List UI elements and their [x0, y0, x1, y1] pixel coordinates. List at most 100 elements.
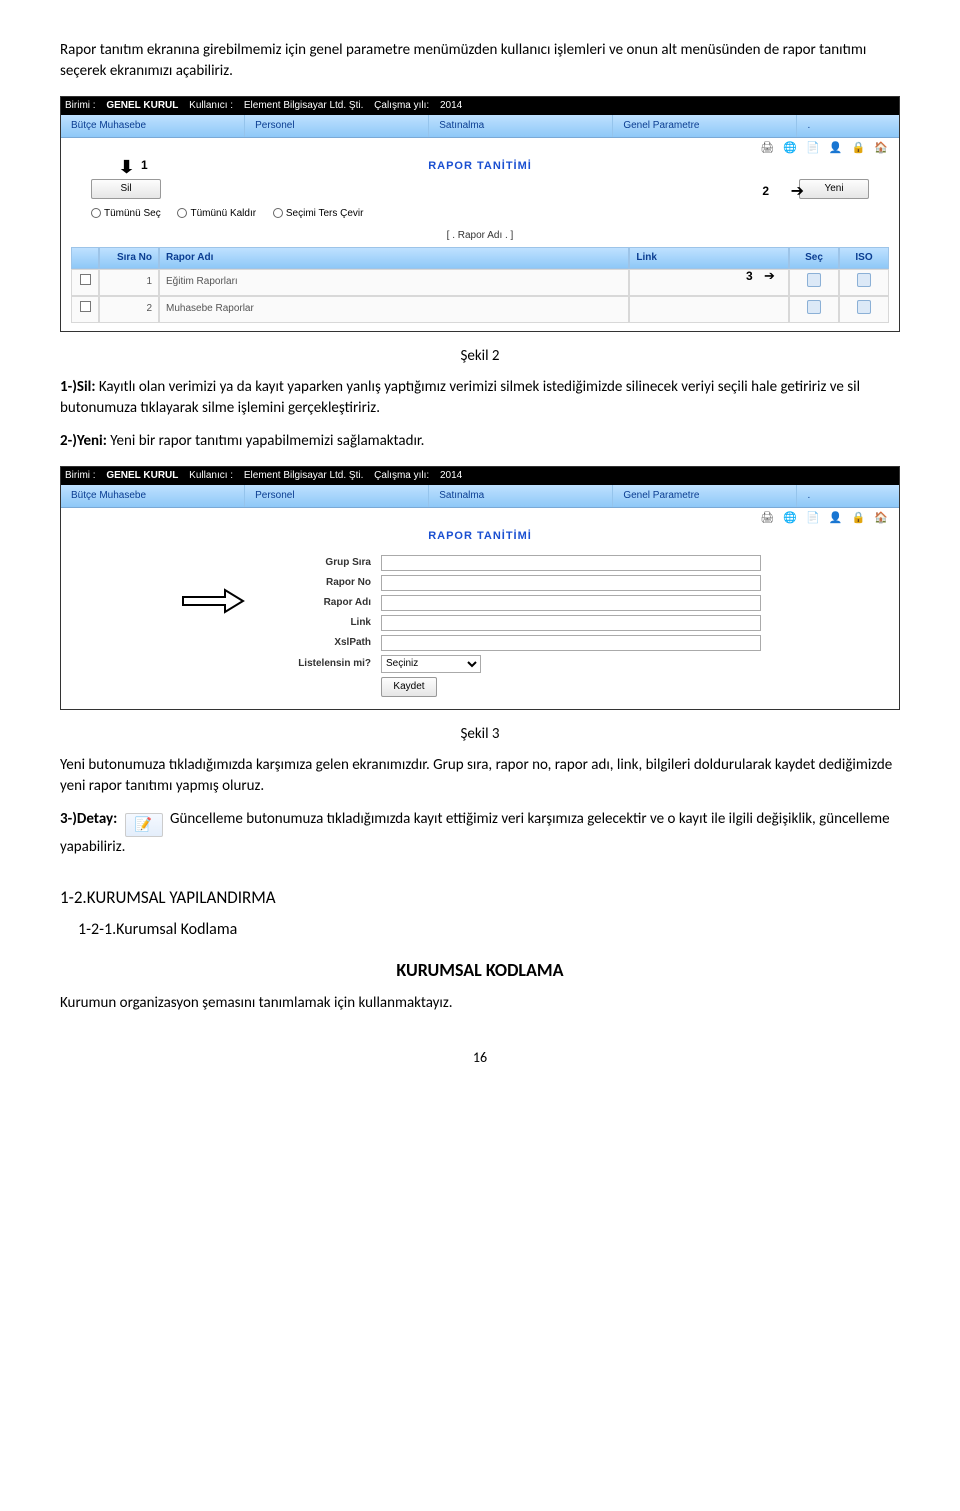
- sil-button[interactable]: Sil: [91, 179, 161, 199]
- fig3-paragraph: Yeni butonumuza tıkladığımızda karşımıza…: [60, 755, 900, 797]
- cell-link: [629, 296, 789, 323]
- toolbar-icon[interactable]: 🔒: [852, 512, 869, 524]
- menu-more[interactable]: .: [797, 115, 899, 137]
- detay-label: 3-)Detay:: [60, 810, 117, 828]
- toolbar-icon[interactable]: 🌐: [783, 512, 800, 524]
- arrow-down-icon: ⬇: [117, 155, 137, 180]
- radio-tumunu-sec[interactable]: Tümünü Seç: [91, 208, 161, 219]
- marker-2: 2: [762, 183, 769, 200]
- heading-1-2: 1-2.KURUMSAL YAPILANDIRMA: [60, 886, 900, 910]
- cell-rapor-adi: Muhasebe Raporlar: [159, 296, 629, 323]
- yil-label: Çalışma yılı:: [374, 100, 429, 111]
- figure-2-caption: Şekil 2: [60, 346, 900, 367]
- label-xslpath: XslPath: [61, 636, 381, 650]
- iso-icon[interactable]: [857, 300, 871, 314]
- arrow-right-icon: [181, 587, 245, 620]
- row-checkbox[interactable]: [80, 301, 91, 312]
- input-grup-sira[interactable]: [381, 555, 761, 571]
- toolbar-icon[interactable]: 🔒: [852, 142, 869, 154]
- yil-label: Çalışma yılı:: [374, 470, 429, 481]
- radio-label: Tümünü Kaldır: [190, 208, 256, 219]
- birimi-label: Birimi :: [65, 100, 96, 111]
- toolbar-icon[interactable]: 📄: [806, 512, 823, 524]
- yeni-text: Yeni bir rapor tanıtımı yapabilmemizi sa…: [107, 432, 425, 450]
- table-header-row: Sıra No Rapor Adı Link Seç ISO: [71, 247, 889, 269]
- yeni-paragraph: 2-)Yeni: Yeni bir rapor tanıtımı yapabil…: [60, 431, 900, 452]
- input-rapor-no[interactable]: [381, 575, 761, 591]
- yil-value: 2014: [440, 470, 462, 481]
- heading-1-2-1: 1-2-1.Kurumsal Kodlama: [60, 919, 900, 941]
- kullanici-label: Kullanıcı :: [189, 100, 233, 111]
- col-iso: ISO: [839, 247, 889, 269]
- col-sira-no: Sıra No: [99, 247, 159, 269]
- cell-sira: 1: [99, 269, 159, 296]
- radio-tumunu-kaldir[interactable]: Tümünü Kaldır: [177, 208, 256, 219]
- intro-paragraph: Rapor tanıtım ekranına girebilmemiz için…: [60, 40, 900, 82]
- toolbar-icon[interactable]: 🏠: [874, 512, 891, 524]
- radio-label: Seçimi Ters Çevir: [286, 208, 364, 219]
- detay-text: Güncelleme butonumuza tıkladığımızda kay…: [60, 810, 890, 856]
- col-sec: Seç: [789, 247, 839, 269]
- yeni-button[interactable]: Yeni: [799, 179, 869, 199]
- toolbar-icon[interactable]: 👤: [829, 142, 846, 154]
- sil-paragraph: 1-)Sil: Kayıtlı olan verimizi ya da kayı…: [60, 377, 900, 419]
- menu-genel-parametre[interactable]: Genel Parametre: [613, 485, 797, 507]
- table-row: 1 Eğitim Raporları 3 ➔: [71, 269, 889, 296]
- toolbar-icon[interactable]: 🏠: [874, 142, 891, 154]
- status-bar: Birimi : GENEL KURUL Kullanıcı : Element…: [61, 97, 899, 115]
- menu-genel-parametre[interactable]: Genel Parametre: [613, 115, 797, 137]
- arrow-right-icon: ➔: [791, 181, 804, 203]
- kaydet-button[interactable]: Kaydet: [381, 677, 437, 697]
- sil-label: 1-)Sil:: [60, 378, 95, 396]
- page-title: RAPOR TANİTİMİ: [61, 159, 899, 178]
- menubar: Bütçe Muhasebe Personel Satınalma Genel …: [61, 485, 899, 508]
- page-title: RAPOR TANİTİMİ: [61, 529, 899, 548]
- detail-icon[interactable]: [807, 273, 821, 287]
- row-checkbox[interactable]: [80, 274, 91, 285]
- menu-satinalma[interactable]: Satınalma: [429, 115, 613, 137]
- toolbar-icon[interactable]: 🖨: [760, 512, 777, 524]
- col-check: [71, 247, 99, 269]
- toolbar-icon[interactable]: 📄: [806, 142, 823, 154]
- birimi-value: GENEL KURUL: [106, 470, 178, 481]
- sil-text: Kayıtlı olan verimizi ya da kayıt yapark…: [60, 378, 860, 417]
- kullanici-value: Element Bilgisayar Ltd. Şti.: [244, 470, 364, 481]
- heading-kurumsal-kodlama: KURUMSAL KODLAMA: [60, 958, 900, 983]
- report-table: Sıra No Rapor Adı Link Seç ISO 1 Eğitim …: [71, 247, 889, 323]
- toolbar-icon[interactable]: 🌐: [783, 142, 800, 154]
- menu-personel[interactable]: Personel: [245, 115, 429, 137]
- menu-butce[interactable]: Bütçe Muhasebe: [61, 485, 245, 507]
- list-header: [ . Rapor Adı . ]: [61, 227, 899, 247]
- screenshot-sekil-2: Birimi : GENEL KURUL Kullanıcı : Element…: [60, 96, 900, 332]
- yil-value: 2014: [440, 100, 462, 111]
- page-number: 16: [60, 1048, 900, 1068]
- cell-sira: 2: [99, 296, 159, 323]
- arrow-right-icon: ➔: [764, 267, 775, 285]
- kullanici-value: Element Bilgisayar Ltd. Şti.: [244, 100, 364, 111]
- detay-paragraph: 3-)Detay: 📝 Güncelleme butonumuza tıklad…: [60, 809, 900, 858]
- iso-icon[interactable]: [857, 273, 871, 287]
- menu-more[interactable]: .: [797, 485, 899, 507]
- selection-radios: Tümünü Seç Tümünü Kaldır Seçimi Ters Çev…: [61, 203, 899, 227]
- menu-satinalma[interactable]: Satınalma: [429, 485, 613, 507]
- toolbar-icon[interactable]: 🖨: [760, 142, 777, 154]
- toolbar-icon[interactable]: 👤: [829, 512, 846, 524]
- toolbar-icons: 🖨 🌐 📄 👤 🔒 🏠: [61, 138, 899, 159]
- input-xslpath[interactable]: [381, 635, 761, 651]
- birimi-value: GENEL KURUL: [106, 100, 178, 111]
- input-link[interactable]: [381, 615, 761, 631]
- marker-3: 3: [746, 268, 753, 285]
- birimi-label: Birimi :: [65, 470, 96, 481]
- table-row: 2 Muhasebe Raporlar: [71, 296, 889, 323]
- detail-icon[interactable]: [807, 300, 821, 314]
- select-listelensin[interactable]: Seçiniz: [381, 655, 481, 673]
- menubar: Bütçe Muhasebe Personel Satınalma Genel …: [61, 115, 899, 138]
- menu-personel[interactable]: Personel: [245, 485, 429, 507]
- radio-secimi-ters[interactable]: Seçimi Ters Çevir: [273, 208, 364, 219]
- menu-butce[interactable]: Bütçe Muhasebe: [61, 115, 245, 137]
- yeni-label: 2-)Yeni:: [60, 432, 107, 450]
- label-listelensin: Listelensin mi?: [61, 657, 381, 671]
- marker-1: 1: [141, 157, 148, 174]
- input-rapor-adi[interactable]: [381, 595, 761, 611]
- toolbar-icons: 🖨 🌐 📄 👤 🔒 🏠: [61, 508, 899, 529]
